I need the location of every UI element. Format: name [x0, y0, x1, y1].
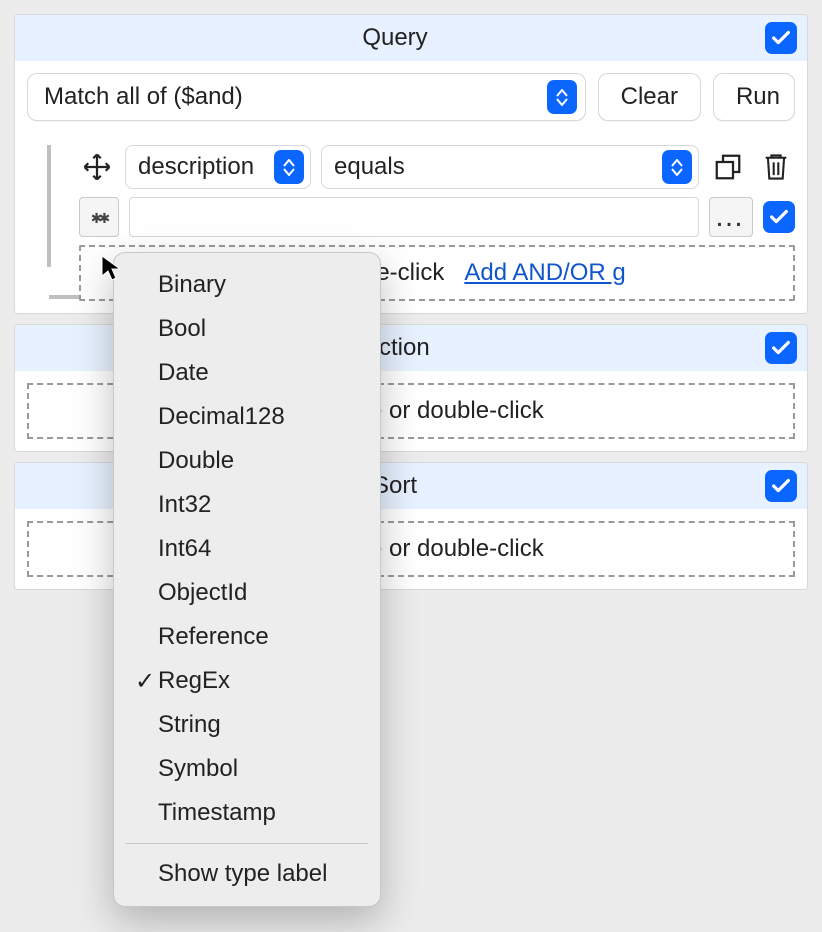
- menu-label: Timestamp: [158, 799, 276, 827]
- menu-item-reference[interactable]: Reference: [114, 615, 380, 659]
- menu-item-decimal128[interactable]: Decimal128: [114, 395, 380, 439]
- sort-enabled-checkbox[interactable]: [765, 470, 797, 502]
- operator-value: equals: [334, 153, 405, 181]
- match-mode-select[interactable]: Match all of ($and): [27, 73, 586, 121]
- menu-label: Int64: [158, 535, 211, 563]
- match-mode-label: Match all of ($and): [44, 83, 243, 111]
- trash-icon[interactable]: [757, 148, 795, 186]
- operator-select[interactable]: equals: [321, 145, 699, 189]
- check-icon: [768, 206, 790, 228]
- query-toolbar: Match all of ($and) Clear Run: [27, 73, 795, 121]
- menu-item-string[interactable]: String: [114, 703, 380, 747]
- menu-item-objectid[interactable]: ObjectId: [114, 571, 380, 615]
- value-row: ✱✱ …: [79, 197, 795, 237]
- menu-label: RegEx: [158, 667, 230, 695]
- stepper-icon: [547, 80, 577, 114]
- menu-item-timestamp[interactable]: Timestamp: [114, 791, 380, 835]
- menu-item-binary[interactable]: Binary: [114, 263, 380, 307]
- check-icon: [770, 475, 792, 497]
- menu-label: Binary: [158, 271, 226, 299]
- move-icon[interactable]: [79, 149, 115, 185]
- menu-label: ObjectId: [158, 579, 247, 607]
- menu-label: Decimal128: [158, 403, 285, 431]
- clear-button[interactable]: Clear: [598, 73, 701, 121]
- condition-row: description equals: [79, 145, 795, 189]
- stepper-icon: [274, 150, 304, 184]
- menu-label: Reference: [158, 623, 269, 651]
- check-icon: [770, 337, 792, 359]
- tree-vertical-line: [47, 145, 51, 267]
- menu-item-bool[interactable]: Bool: [114, 307, 380, 351]
- menu-label: Double: [158, 447, 234, 475]
- menu-label: Date: [158, 359, 209, 387]
- menu-item-int32[interactable]: Int32: [114, 483, 380, 527]
- tree-branch-line: [49, 295, 79, 299]
- run-label: Run: [736, 83, 780, 111]
- query-title: Query: [25, 24, 765, 52]
- menu-label: Int32: [158, 491, 211, 519]
- stepper-icon: [662, 150, 692, 184]
- query-header: Query: [15, 15, 807, 61]
- more-button[interactable]: …: [709, 197, 753, 237]
- checkmark-icon: ✓: [132, 667, 158, 696]
- menu-separator: [126, 843, 368, 844]
- add-group-link[interactable]: Add AND/OR g: [464, 259, 625, 287]
- field-select[interactable]: description: [125, 145, 311, 189]
- menu-item-int64[interactable]: Int64: [114, 527, 380, 571]
- type-picker-button[interactable]: ✱✱: [79, 197, 119, 237]
- query-enabled-checkbox[interactable]: [765, 22, 797, 54]
- clear-label: Clear: [621, 83, 678, 111]
- menu-label: Symbol: [158, 755, 238, 783]
- menu-item-date[interactable]: Date: [114, 351, 380, 395]
- condition-enabled-checkbox[interactable]: [763, 201, 795, 233]
- menu-label: String: [158, 711, 221, 739]
- value-input[interactable]: [129, 197, 699, 237]
- menu-label: Bool: [158, 315, 206, 343]
- run-button[interactable]: Run: [713, 73, 795, 121]
- projection-enabled-checkbox[interactable]: [765, 332, 797, 364]
- menu-item-double[interactable]: Double: [114, 439, 380, 483]
- menu-item-show-type-label[interactable]: Show type label: [114, 852, 380, 896]
- menu-item-symbol[interactable]: Symbol: [114, 747, 380, 791]
- duplicate-icon[interactable]: [709, 148, 747, 186]
- menu-label: Show type label: [158, 860, 327, 888]
- menu-item-regex[interactable]: ✓RegEx: [114, 659, 380, 703]
- field-value: description: [138, 153, 254, 181]
- check-icon: [770, 27, 792, 49]
- type-menu: Binary Bool Date Decimal128 Double Int32…: [113, 252, 381, 907]
